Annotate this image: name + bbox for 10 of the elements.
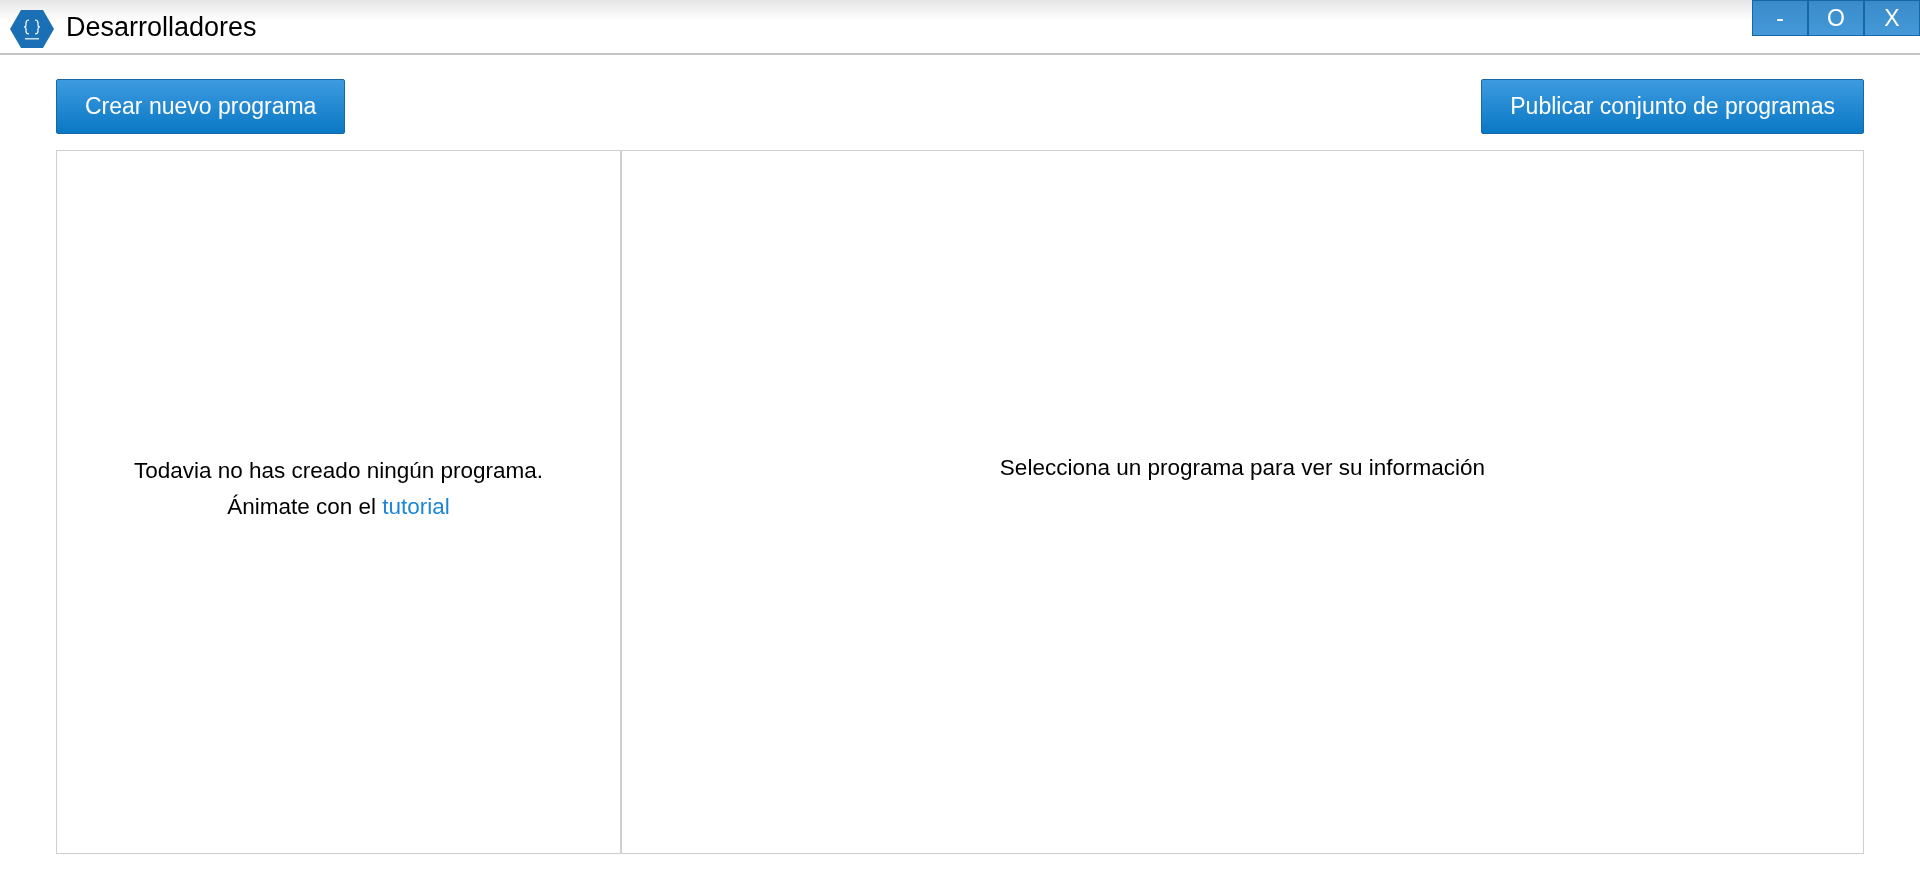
window-title: Desarrolladores (66, 12, 257, 43)
window-control-button[interactable]: X (1864, 0, 1920, 36)
publish-programs-button[interactable]: Publicar conjunto de programas (1481, 79, 1864, 134)
create-program-button[interactable]: Crear nuevo programa (56, 79, 346, 134)
tutorial-link[interactable]: tutorial (382, 494, 450, 519)
window-control-button[interactable]: - (1752, 0, 1808, 36)
window-control-button[interactable]: O (1808, 0, 1864, 36)
details-empty-message: Selecciona un programa para ver su información (999, 454, 1486, 482)
empty-list-message: Todavia no has creado ningún programa. Ánimate con el tutorial (134, 457, 543, 521)
braces-logo-icon (10, 10, 54, 48)
